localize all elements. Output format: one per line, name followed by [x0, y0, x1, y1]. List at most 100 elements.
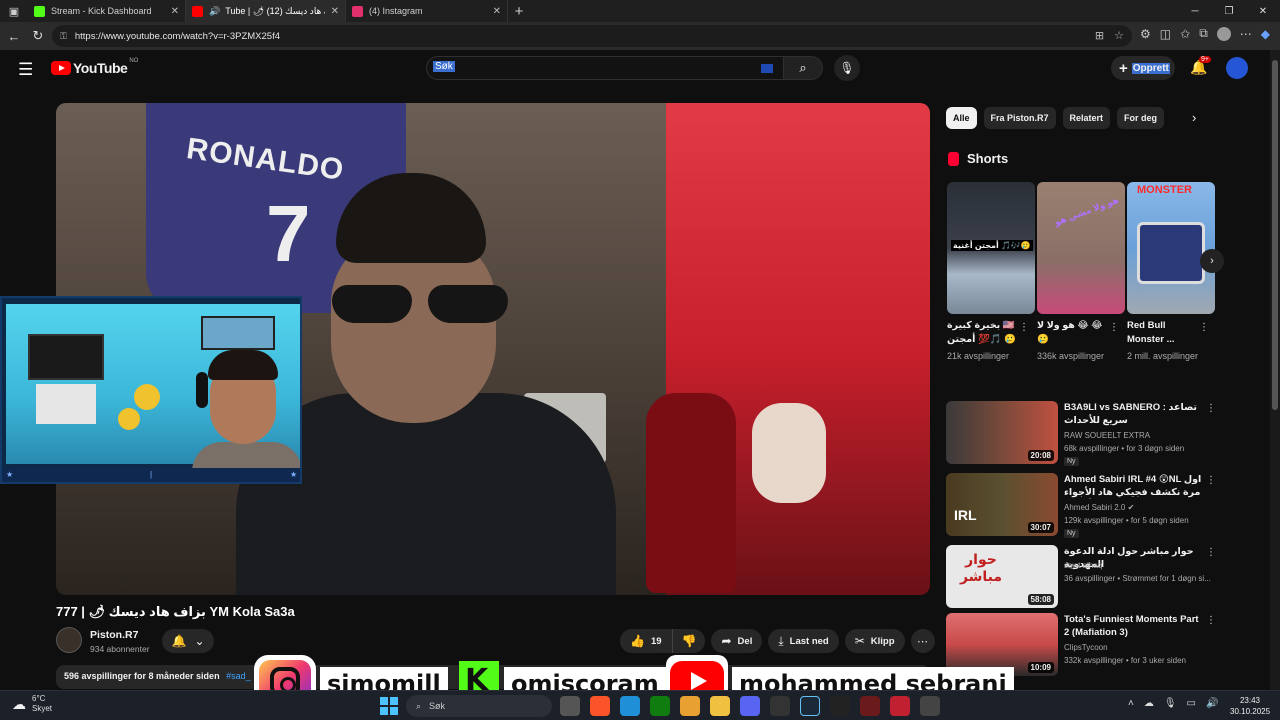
- close-tab-icon[interactable]: ✕: [331, 6, 339, 17]
- copilot-icon[interactable]: ◆: [1261, 27, 1270, 41]
- network-icon[interactable]: ▭: [1187, 698, 1196, 709]
- more-vert-icon[interactable]: ⋮: [1019, 322, 1029, 333]
- search-button[interactable]: ⌕: [783, 56, 823, 80]
- recommended-video[interactable]: IRL 30:07 Ahmed Sabiri IRL #4 😲NL اول مر…: [946, 473, 1216, 538]
- speaker-icon[interactable]: 🔊: [209, 6, 220, 17]
- chip-related[interactable]: Relatert: [1062, 107, 1111, 129]
- account-avatar[interactable]: [1226, 57, 1248, 79]
- menu-icon[interactable]: ☰: [18, 60, 33, 80]
- more-vert-icon[interactable]: ⋮: [1206, 547, 1216, 558]
- back-icon[interactable]: ←: [2, 29, 26, 44]
- weather-widget[interactable]: ☁ 6°C Skyet: [12, 694, 52, 714]
- video-stats: 68k avspillinger • for 3 døgn siden: [1064, 444, 1185, 453]
- video-thumbnail: IRL 30:07: [946, 473, 1058, 536]
- screen: ▣ Stream - Kick Dashboard ✕ 🔊 Tube | 🌶 ب…: [0, 0, 1280, 720]
- address-bar[interactable]: ⚿ https://www.youtube.com/watch?v=r-3PZM…: [52, 25, 1132, 47]
- shorts-next-chevron-icon[interactable]: ›: [1200, 249, 1224, 273]
- youtube-logo[interactable]: YouTube NO: [51, 58, 138, 76]
- reader-mode-icon[interactable]: ⊞: [1095, 29, 1104, 42]
- close-window-icon[interactable]: ✕: [1246, 0, 1280, 22]
- app-icon[interactable]: [680, 696, 700, 716]
- new-tab-button[interactable]: +: [508, 0, 530, 22]
- more-menu-icon[interactable]: ⋯: [1240, 27, 1252, 41]
- favorites-icon[interactable]: ✩: [1180, 27, 1190, 41]
- tab-instagram[interactable]: (4) Instagram ✕: [346, 0, 508, 22]
- settings-icon[interactable]: [920, 696, 940, 716]
- favorite-star-icon[interactable]: ☆: [1114, 29, 1124, 42]
- start-button[interactable]: [380, 697, 398, 715]
- chip-from-channel[interactable]: Fra Piston.R7: [983, 107, 1056, 129]
- tab-title: (4) Instagram: [369, 6, 423, 16]
- collections-icon[interactable]: ⧉: [1199, 26, 1208, 41]
- chip-all[interactable]: Alle: [946, 107, 977, 129]
- scrollbar-thumb[interactable]: [1272, 60, 1278, 410]
- steam-icon[interactable]: [800, 696, 820, 716]
- channel-name: sawt alhaq: [1064, 561, 1103, 570]
- extensions-icon[interactable]: ⚙: [1140, 27, 1151, 41]
- chip-for-you[interactable]: For deg: [1117, 107, 1165, 129]
- keyboard-icon[interactable]: [761, 64, 773, 73]
- create-button[interactable]: + Opprett: [1111, 56, 1175, 80]
- file-explorer-icon[interactable]: [710, 696, 730, 716]
- video-title: B3A9LI vs SABNERO : تصاعد سريع للأحداث: [1064, 402, 1198, 426]
- short-item[interactable]: MONSTER Red Bull Monster ... ⋮ 2 mill. a…: [1127, 182, 1215, 361]
- xbox-icon[interactable]: [650, 696, 670, 716]
- windows-taskbar: ☁ 6°C Skyet ⌕ Søk ˄ ☁ 🎙 ▭ 🔊 23:43 30.10.…: [0, 690, 1280, 720]
- create-label: Opprett: [1131, 62, 1170, 74]
- onedrive-icon[interactable]: ☁: [1144, 698, 1154, 709]
- close-tab-icon[interactable]: ✕: [171, 6, 179, 17]
- short-item[interactable]: هو ولا مشي هو هو ولا لا 😂 😂 🥲 ⋮ 336k avs…: [1037, 182, 1125, 361]
- clip-button[interactable]: ✂ Klipp: [844, 629, 905, 653]
- more-vert-icon[interactable]: ⋮: [1109, 322, 1119, 333]
- short-item[interactable]: أمجتن أغنية 🎵🎶🥲 بخيرة كبيرة 🇺🇸 أمجتن 💯🎵 …: [947, 182, 1035, 361]
- recommended-video[interactable]: حوار مباشر 58:08 حوار مباشر حول ادلة الد…: [946, 545, 1216, 609]
- tab-youtube[interactable]: 🔊 Tube | 🌶 بزاف هاد ديسك (12) ✕: [186, 0, 346, 22]
- video-duration: 10:09: [1027, 662, 1054, 673]
- microphone-icon[interactable]: 🎙: [1164, 698, 1177, 709]
- thumbs-down-icon: 👎: [681, 634, 697, 648]
- site-info-icon[interactable]: ⚿: [60, 31, 67, 42]
- download-button[interactable]: ⤓ Last ned: [768, 629, 839, 653]
- discord-icon[interactable]: [740, 696, 760, 716]
- volume-icon[interactable]: 🔊: [1206, 698, 1218, 709]
- split-screen-icon[interactable]: ◫: [1160, 27, 1171, 41]
- like-button[interactable]: 👍 19: [620, 629, 672, 653]
- window-menu-icon[interactable]: ▣: [0, 0, 28, 22]
- more-vert-icon[interactable]: ⋮: [1206, 403, 1216, 414]
- shorts-icon: [948, 151, 959, 166]
- notifications-button[interactable]: 🔔 9+: [1190, 56, 1211, 76]
- app-icon[interactable]: [860, 696, 880, 716]
- restore-icon[interactable]: ❐: [1212, 0, 1246, 22]
- channel-avatar[interactable]: [56, 627, 82, 653]
- hashtag-link[interactable]: #sad_: [226, 671, 251, 681]
- minimize-icon[interactable]: ─: [1178, 0, 1212, 22]
- channel-name[interactable]: Piston.R7: [90, 629, 138, 641]
- recommended-video[interactable]: 20:08 B3A9LI vs SABNERO : تصاعد سريع للأ…: [946, 401, 1216, 466]
- chevron-up-icon[interactable]: ˄: [1128, 698, 1134, 709]
- taskbar-search[interactable]: ⌕ Søk: [406, 695, 552, 717]
- short-title: بخيرة كبيرة 🇺🇸 أمجتن 💯🎵 🥲 ...: [947, 320, 1017, 345]
- epic-games-icon[interactable]: [830, 696, 850, 716]
- brave-icon[interactable]: [590, 696, 610, 716]
- task-view-icon[interactable]: [560, 696, 580, 716]
- video-duration: 58:08: [1027, 594, 1054, 605]
- more-vert-icon[interactable]: ⋮: [1206, 615, 1216, 626]
- profile-avatar[interactable]: [1216, 26, 1231, 41]
- clock[interactable]: 23:43 30.10.2025: [1230, 695, 1270, 717]
- more-vert-icon[interactable]: ⋮: [1206, 475, 1216, 486]
- subscription-bell-button[interactable]: 🔔 ⌄: [162, 629, 214, 653]
- app-icon[interactable]: [890, 696, 910, 716]
- search-input[interactable]: Søk: [426, 56, 784, 80]
- tab-kick-dashboard[interactable]: Stream - Kick Dashboard ✕: [28, 0, 186, 22]
- page-scrollbar[interactable]: [1270, 50, 1280, 690]
- reload-icon[interactable]: ↻: [26, 28, 50, 44]
- dislike-button[interactable]: 👎: [671, 629, 706, 653]
- more-vert-icon[interactable]: ⋮: [1199, 322, 1209, 333]
- voice-search-button[interactable]: 🎙: [834, 55, 860, 81]
- more-actions-button[interactable]: ⋯: [910, 629, 935, 653]
- close-tab-icon[interactable]: ✕: [493, 6, 501, 17]
- obs-icon[interactable]: [770, 696, 790, 716]
- share-button[interactable]: ➦ Del: [711, 629, 763, 653]
- chips-next-chevron-icon[interactable]: ›: [1192, 110, 1196, 125]
- edge-icon[interactable]: [620, 696, 640, 716]
